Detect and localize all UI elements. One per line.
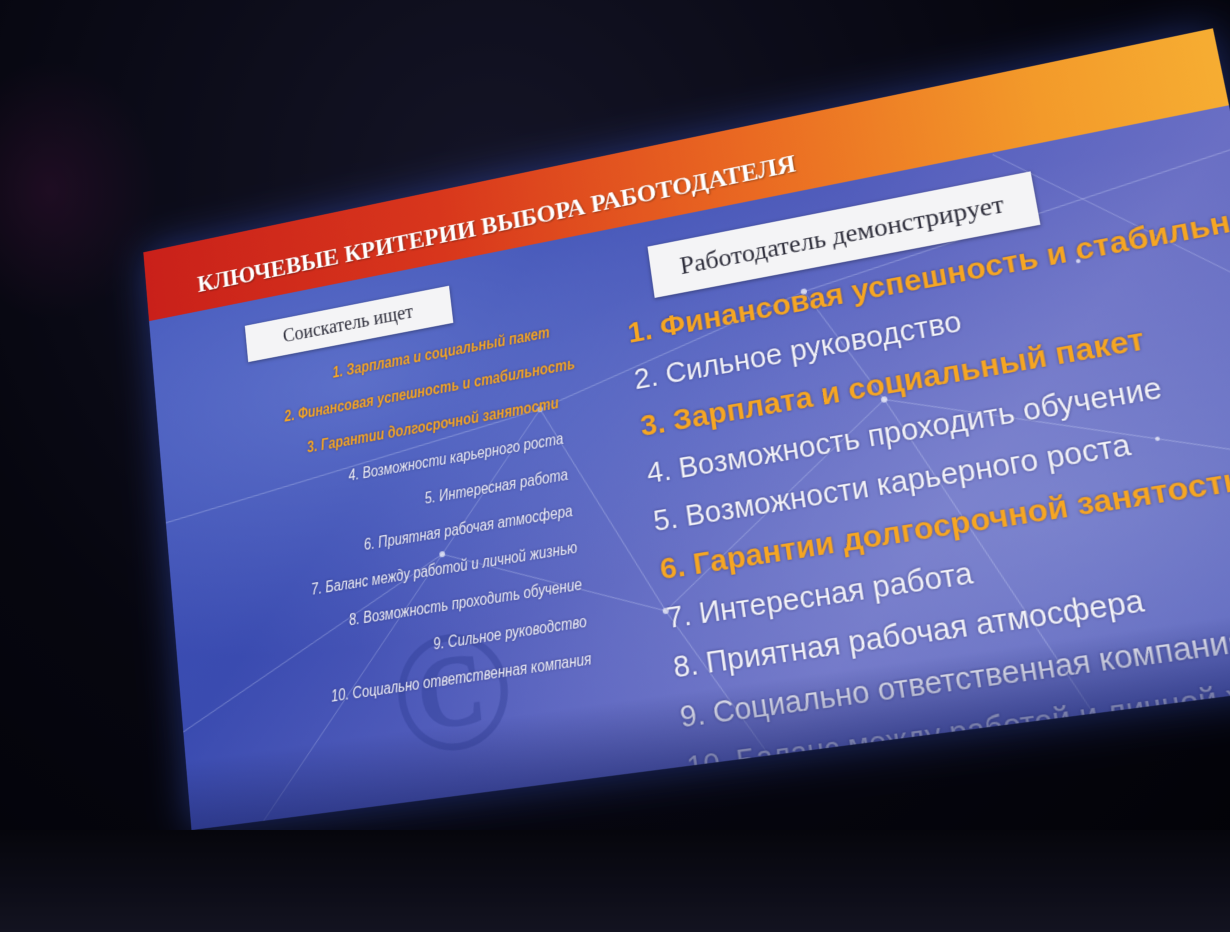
audience-floor	[0, 830, 1230, 932]
scene-photo: © КЛЮЧЕВЫЕ КРИТЕРИИ ВЫБОРА РАБОТОДАТЕЛЯ …	[0, 0, 1230, 932]
screen-perspective: © КЛЮЧЕВЫЕ КРИТЕРИИ ВЫБОРА РАБОТОДАТЕЛЯ …	[0, 0, 1230, 932]
candidate-criteria-list: 1. Зарплата и социальный пакет 2. Финансо…	[223, 314, 594, 725]
presentation-screen: © КЛЮЧЕВЫЕ КРИТЕРИИ ВЫБОРА РАБОТОДАТЕЛЯ …	[143, 28, 1230, 831]
